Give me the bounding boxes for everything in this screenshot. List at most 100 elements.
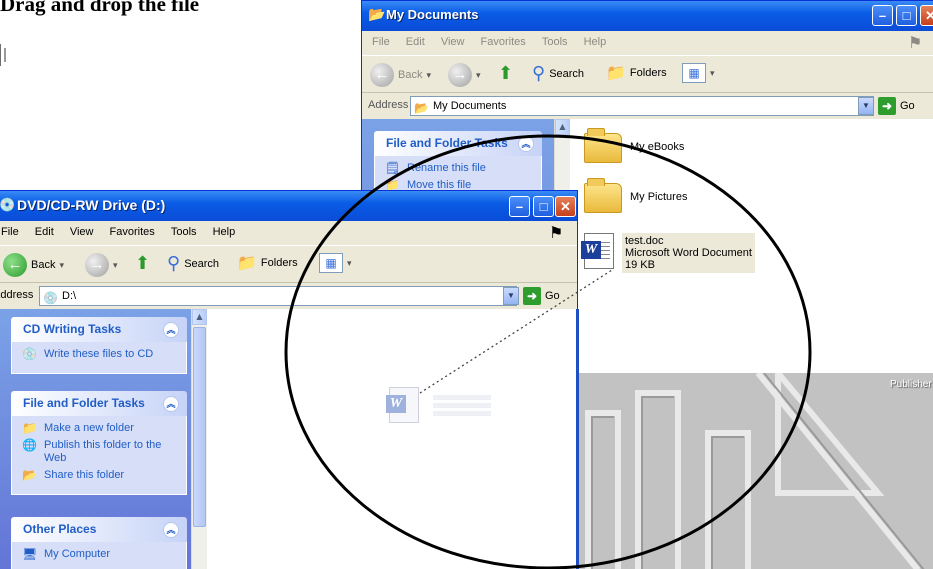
desktop-artifact bbox=[0, 44, 1, 66]
panel-header[interactable]: File and Folder Tasks ︽ bbox=[374, 131, 542, 156]
dropdown-arrow-icon: ▾ bbox=[426, 69, 431, 80]
go-arrow-icon: ➜ bbox=[523, 287, 541, 305]
menu-bar: File Edit View Favorites Tools Help ⚑ bbox=[0, 221, 577, 245]
close-button[interactable]: ✕ bbox=[920, 5, 933, 26]
folders-button[interactable]: 📁 Folders bbox=[606, 63, 667, 83]
go-label: Go bbox=[545, 290, 560, 302]
dvd-drive-window: 💿 DVD/CD-RW Drive (D:) – □ ✕ File Edit V… bbox=[0, 190, 579, 569]
dragged-word-document-icon: W bbox=[386, 387, 419, 423]
instruction-heading: Drag and drop the file bbox=[0, 0, 200, 16]
address-input[interactable]: 💿 D:\ bbox=[39, 286, 517, 306]
back-button[interactable]: ← Back ▾ bbox=[3, 253, 64, 277]
panel-title: CD Writing Tasks bbox=[23, 322, 122, 336]
up-folder-button[interactable]: ⬆ bbox=[498, 63, 513, 84]
menu-edit[interactable]: Edit bbox=[406, 36, 425, 48]
search-icon: ⚲ bbox=[532, 63, 546, 83]
file-name: My Pictures bbox=[630, 191, 688, 203]
folder-icon: 📂 bbox=[368, 6, 386, 22]
task-label: Write these files to CD bbox=[44, 348, 154, 360]
scroll-up-arrow[interactable]: ▲ bbox=[192, 309, 207, 325]
minimize-button[interactable]: – bbox=[509, 196, 530, 217]
back-label: Back bbox=[31, 259, 56, 271]
dropdown-arrow-icon: ▾ bbox=[710, 67, 715, 78]
collapse-icon[interactable]: ︽ bbox=[163, 396, 179, 412]
go-button[interactable]: ➜ Go bbox=[878, 97, 915, 115]
menu-view[interactable]: View bbox=[441, 36, 465, 48]
collapse-icon[interactable]: ︽ bbox=[163, 322, 179, 338]
task-label: My Computer bbox=[44, 548, 111, 560]
task-label: Publish this folder to the Web bbox=[44, 439, 162, 464]
views-button[interactable]: ▦ ▾ bbox=[682, 63, 715, 83]
menu-favorites[interactable]: Favorites bbox=[481, 36, 526, 48]
word-document-icon: W bbox=[581, 233, 614, 269]
panel-header[interactable]: File and Folder Tasks ︽ bbox=[11, 391, 187, 416]
minimize-button[interactable]: – bbox=[872, 5, 893, 26]
panel-header[interactable]: Other Places ︽ bbox=[11, 517, 187, 542]
up-folder-button[interactable]: ⬆ bbox=[135, 253, 150, 274]
task-write-to-cd[interactable]: 💿 Write these files to CD bbox=[22, 348, 176, 361]
pictures-folder-icon bbox=[584, 178, 622, 213]
menu-edit[interactable]: Edit bbox=[35, 226, 54, 238]
cd-drive-icon: 💿 bbox=[43, 291, 58, 305]
address-dropdown-button[interactable]: ▼ bbox=[503, 287, 519, 305]
search-button[interactable]: ⚲ Search bbox=[532, 63, 584, 84]
search-label: Search bbox=[184, 257, 220, 270]
file-item-my-ebooks[interactable]: My eBooks bbox=[584, 128, 684, 163]
file-details: test.doc Microsoft Word Document 19 KB bbox=[622, 233, 755, 273]
background-buildings-icon bbox=[578, 373, 933, 569]
address-input[interactable]: 📂 My Documents bbox=[410, 96, 874, 116]
task-pane-scrollbar[interactable]: ▲ bbox=[191, 309, 207, 569]
dragged-file-label bbox=[433, 395, 491, 417]
drive-file-area[interactable]: W bbox=[207, 309, 579, 569]
task-my-computer[interactable]: 🖥 My Computer bbox=[22, 548, 176, 561]
windows-logo-icon: ⚑ bbox=[908, 35, 923, 52]
close-button[interactable]: ✕ bbox=[555, 196, 576, 217]
back-arrow-icon: ← bbox=[3, 253, 27, 277]
collapse-icon[interactable]: ︽ bbox=[163, 522, 179, 538]
task-share-folder[interactable]: 📂 Share this folder bbox=[22, 469, 176, 482]
file-item-my-pictures[interactable]: My Pictures bbox=[584, 178, 688, 213]
computer-icon: 🖥 bbox=[22, 547, 38, 561]
panel-header[interactable]: CD Writing Tasks ︽ bbox=[11, 317, 187, 342]
views-button[interactable]: ▦ ▾ bbox=[319, 253, 352, 273]
dropdown-arrow-icon: ▾ bbox=[476, 69, 481, 80]
menu-tools[interactable]: Tools bbox=[171, 226, 197, 238]
menu-help[interactable]: Help bbox=[213, 226, 236, 238]
panel-body: 💿 Write these files to CD bbox=[11, 342, 187, 374]
forward-button[interactable]: → ▾ bbox=[448, 63, 481, 87]
scroll-thumb[interactable] bbox=[193, 327, 206, 527]
menu-file[interactable]: File bbox=[1, 226, 19, 238]
views-icon: ▦ bbox=[319, 253, 343, 273]
views-icon: ▦ bbox=[682, 63, 706, 83]
menu-file[interactable]: File bbox=[372, 36, 390, 48]
address-dropdown-button[interactable]: ▼ bbox=[858, 97, 874, 115]
file-list: My eBooks My Pictures W test.doc Microso… bbox=[570, 119, 933, 373]
back-button[interactable]: ← Back ▾ bbox=[370, 63, 431, 87]
menu-tools[interactable]: Tools bbox=[542, 36, 568, 48]
forward-button[interactable]: → ▾ bbox=[85, 253, 118, 277]
menu-help[interactable]: Help bbox=[584, 36, 607, 48]
task-rename[interactable]: 🗒 Rename this file bbox=[385, 162, 531, 175]
search-button[interactable]: ⚲ Search bbox=[167, 253, 219, 274]
screen: Drag and drop the file 📂 My Documents – … bbox=[0, 0, 933, 569]
up-folder-icon: ⬆ bbox=[498, 63, 514, 83]
panel-title: File and Folder Tasks bbox=[386, 136, 508, 150]
folder-icon bbox=[584, 128, 622, 163]
file-item-test-doc[interactable]: W test.doc Microsoft Word Document 19 KB bbox=[581, 233, 755, 273]
panel-title: Other Places bbox=[23, 522, 97, 536]
task-new-folder[interactable]: 📁 Make a new folder bbox=[22, 422, 176, 435]
search-icon: ⚲ bbox=[167, 253, 181, 273]
cd-writing-tasks-panel: CD Writing Tasks ︽ 💿 Write these files t… bbox=[11, 317, 187, 374]
task-publish-web[interactable]: 🌐 Publish this folder to the Web bbox=[22, 439, 176, 465]
menu-favorites[interactable]: Favorites bbox=[110, 226, 155, 238]
maximize-button[interactable]: □ bbox=[896, 5, 917, 26]
collapse-icon[interactable]: ︽ bbox=[518, 136, 534, 152]
scroll-up-arrow[interactable]: ▲ bbox=[555, 119, 570, 135]
go-button[interactable]: ➜ Go bbox=[523, 287, 560, 305]
folders-button[interactable]: 📁 Folders bbox=[237, 253, 298, 273]
menu-view[interactable]: View bbox=[70, 226, 94, 238]
dvd-drive-titlebar[interactable]: 💿 DVD/CD-RW Drive (D:) – □ ✕ bbox=[0, 191, 577, 221]
maximize-button[interactable]: □ bbox=[533, 196, 554, 217]
my-documents-titlebar[interactable]: 📂 My Documents – □ ✕ bbox=[362, 1, 933, 31]
dropdown-arrow-icon: ▾ bbox=[347, 257, 352, 268]
